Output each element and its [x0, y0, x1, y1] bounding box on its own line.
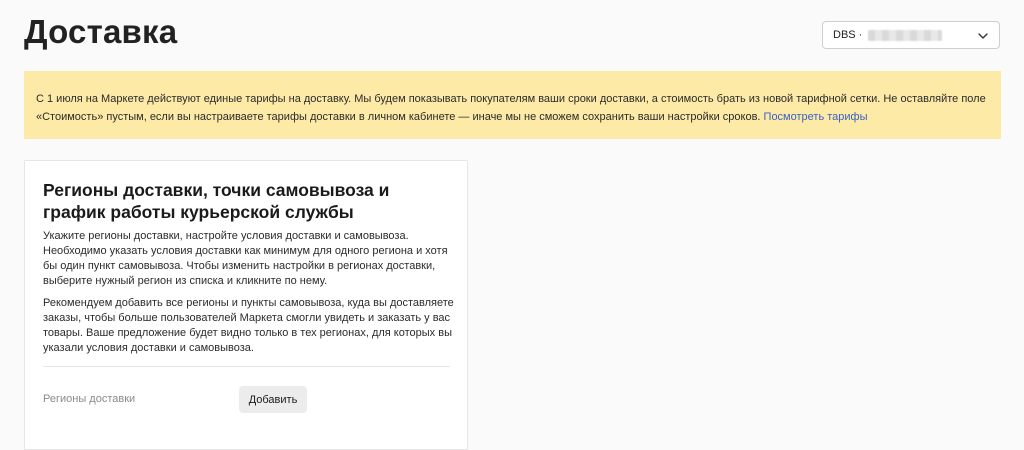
card-description-1: Укажите регионы доставки, настройте усло… — [43, 230, 448, 287]
page-title: Доставка — [24, 13, 178, 50]
store-selector-prefix: DBS · — [833, 29, 863, 41]
delivery-regions-card: Регионы доставки, точки самовывоза и гра… — [24, 160, 468, 450]
card-description-2: Рекомендуем добавить все регионы и пункт… — [43, 297, 454, 354]
chevron-down-icon — [978, 33, 988, 39]
card-title: Регионы доставки, точки самовывоза и гра… — [43, 180, 390, 222]
view-tariffs-link[interactable]: Посмотреть тарифы — [764, 111, 868, 123]
tariff-notice-banner: С 1 июля на Маркете действуют единые тар… — [24, 71, 1001, 139]
card-divider — [43, 366, 450, 367]
delivery-regions-label: Регионы доставки — [43, 393, 136, 405]
store-selector-dropdown[interactable]: DBS · — [822, 21, 1000, 49]
store-name-redacted — [868, 29, 943, 41]
add-region-button[interactable]: Добавить — [239, 386, 307, 413]
